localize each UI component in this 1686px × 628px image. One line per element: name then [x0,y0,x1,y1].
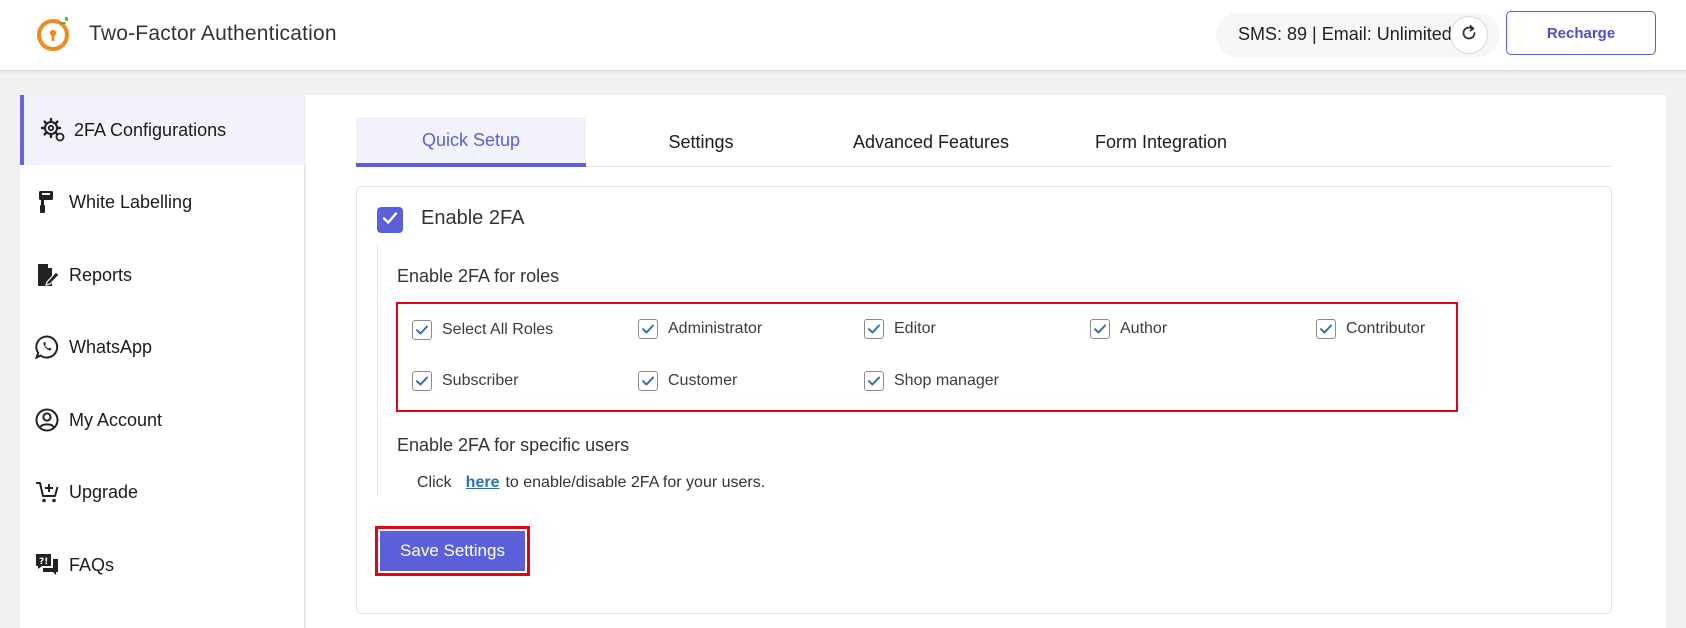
role-checkbox[interactable] [412,371,432,391]
sidebar-item-label: Reports [69,264,133,285]
specific-users-link[interactable]: here [466,474,500,492]
roles-title: Enable 2FA for roles [397,266,560,286]
sidebar-item-my-account[interactable]: My Account [20,385,305,455]
divider [377,245,378,495]
role-checkbox[interactable] [638,371,658,391]
tab-form-integration[interactable]: Form Integration [1046,117,1276,167]
sidebar: 2FA Configurations White Labelling Repor… [20,95,305,628]
cart-plus-icon [34,479,60,505]
role-checkbox[interactable] [638,319,658,339]
tab-advanced-features[interactable]: Advanced Features [816,117,1046,167]
role-customer[interactable]: Customer [638,369,737,393]
specific-users-text: Click here to enable/disable 2FA for you… [417,474,765,492]
gear-cog-icon [40,117,66,143]
sidebar-item-label: Upgrade [69,481,139,502]
svg-text:?!: ?! [39,557,48,567]
role-label: Customer [668,372,738,389]
sidebar-item-white-labelling[interactable]: White Labelling [20,167,305,237]
role-label: Editor [894,320,936,337]
roles-group: Select All Roles Administrator Editor Au… [396,302,1458,412]
sidebar-item-label: White Labelling [69,191,193,212]
role-label: Shop manager [894,372,999,389]
role-label: Author [1120,320,1168,337]
save-settings-button[interactable]: Save Settings [380,531,525,571]
user-circle-icon [34,407,60,433]
sidebar-item-reports[interactable]: Reports [20,240,305,310]
sidebar-item-label: FAQs [69,554,115,575]
sidebar-item-label: 2FA Configurations [74,119,227,140]
document-pen-icon [34,262,60,288]
sidebar-item-whatsapp[interactable]: WhatsApp [20,312,305,382]
top-header: Two-Factor Authentication SMS: 89 | Emai… [0,0,1686,71]
role-editor[interactable]: Editor [864,317,936,341]
role-checkbox[interactable] [864,371,884,391]
role-select-all-roles[interactable]: Select All Roles [412,318,553,342]
app-title: Two-Factor Authentication [89,22,337,45]
sidebar-item-upgrade[interactable]: Upgrade [20,457,305,527]
role-checkbox[interactable] [1090,319,1110,339]
role-author[interactable]: Author [1090,317,1167,341]
sidebar-item-faqs[interactable]: ?! FAQs [20,530,305,600]
role-label: Contributor [1346,320,1426,337]
role-checkbox[interactable] [864,319,884,339]
refresh-button[interactable] [1450,16,1488,54]
role-checkbox[interactable] [1316,319,1336,339]
role-contributor[interactable]: Contributor [1316,317,1425,341]
role-shop-manager[interactable]: Shop manager [864,369,999,393]
checkmark-icon [381,209,399,232]
quick-setup-panel: Enable 2FA Enable 2FA for roles Select A… [356,186,1612,614]
role-subscriber[interactable]: Subscriber [412,369,518,393]
sidebar-item-label: WhatsApp [69,336,153,357]
paint-roller-icon [34,189,60,215]
specific-users-title: Enable 2FA for specific users [397,435,630,455]
tab-quick-setup[interactable]: Quick Setup [356,117,586,167]
enable-2fa-label: Enable 2FA [421,207,525,229]
main-content: Quick Setup Settings Advanced Features F… [306,95,1666,628]
role-label: Administrator [668,320,763,337]
whatsapp-icon [34,334,60,360]
tab-bar: Quick Setup Settings Advanced Features F… [356,117,1611,167]
quota-pill: SMS: 89 | Email: Unlimited [1216,13,1500,57]
recharge-button[interactable]: Recharge [1506,11,1656,55]
sidebar-item-label: My Account [69,409,163,430]
refresh-icon [1460,24,1478,47]
role-checkbox[interactable] [412,320,432,340]
specific-users-prefix: Click [417,474,452,491]
role-label: Subscriber [442,372,519,389]
tab-settings[interactable]: Settings [586,117,816,167]
sidebar-item-2fa-configurations[interactable]: 2FA Configurations [20,95,305,165]
specific-users-suffix: to enable/disable 2FA for your users. [505,474,766,491]
role-administrator[interactable]: Administrator [638,317,762,341]
enable-2fa-checkbox[interactable] [377,207,403,233]
quota-text: SMS: 89 | Email: Unlimited [1238,24,1452,44]
save-settings-highlight: Save Settings [375,526,530,576]
app-logo-icon [35,14,75,54]
faq-chat-icon: ?! [34,552,60,578]
role-label: Select All Roles [442,321,554,338]
